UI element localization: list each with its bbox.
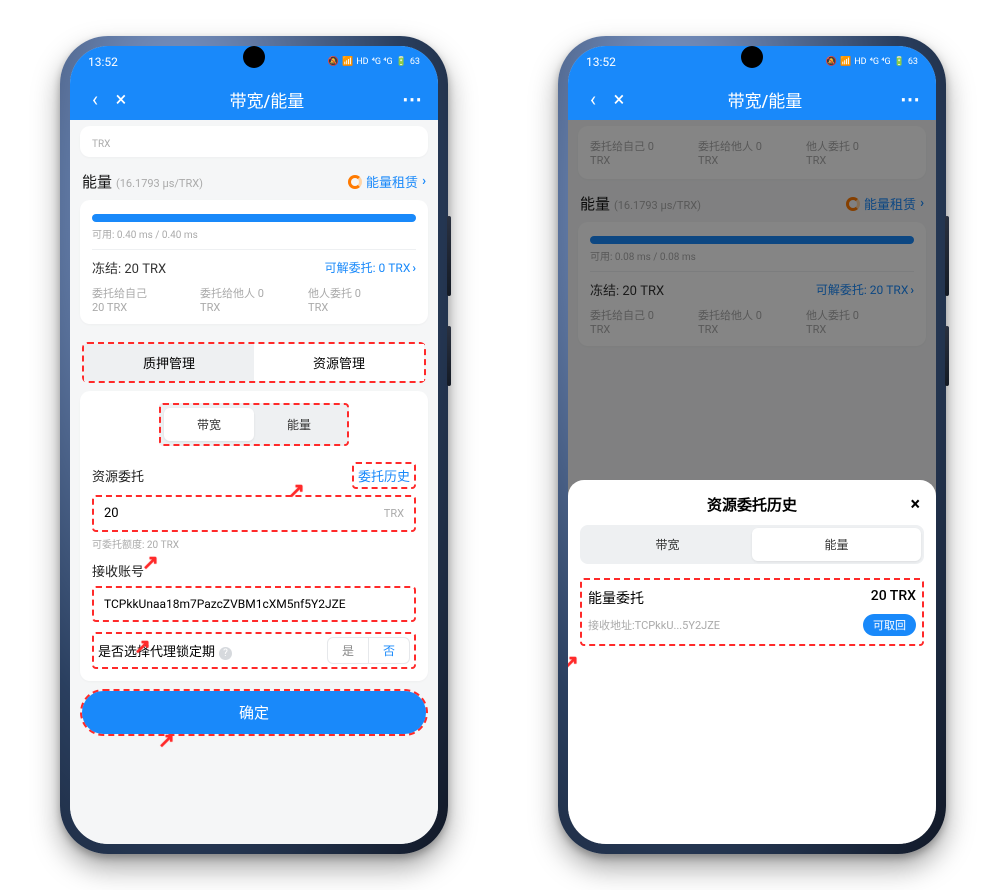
status-indicators: 🔕📶HD⁴G ⁴G 🔋63 <box>826 57 918 67</box>
history-item-addr: 接收地址:TCPkkU...5Y2JZE <box>588 617 720 633</box>
status-indicators: 🔕📶HD⁴G ⁴G 🔋63 <box>328 57 420 67</box>
trx-chip: TRX <box>92 139 110 150</box>
col-from-label: 他人委托 0 <box>308 285 416 301</box>
unstakeable-link[interactable]: 可解委托: 0 TRX› <box>325 259 416 276</box>
tab-resource-mgmt[interactable]: 资源管理 <box>254 344 424 381</box>
amount-input[interactable]: 20 TRX <box>92 495 416 532</box>
col-other-label: 委托给他人 0 <box>200 285 308 301</box>
delegate-label: 资源委托 <box>92 466 144 485</box>
subtab-bandwidth[interactable]: 带宽 <box>164 408 254 441</box>
page-title: 带宽/能量 <box>632 87 898 112</box>
energy-rate: (16.1793 μs/TRX) <box>116 177 203 190</box>
history-tab-energy[interactable]: 能量 <box>752 528 921 561</box>
page-title: 带宽/能量 <box>134 87 400 112</box>
ring-icon <box>348 175 362 189</box>
col-self-label: 委托给自己 <box>92 285 200 301</box>
nav-bar: ‹ × 带宽/能量 ⋯ <box>568 78 936 120</box>
frozen-label: 冻结: 20 TRX <box>92 258 166 277</box>
history-item-label: 能量委托 <box>588 588 644 608</box>
lock-label: 是否选择代理锁定期? <box>98 641 232 660</box>
energy-progress <box>92 214 416 222</box>
energy-lease-link[interactable]: 能量租赁› <box>348 172 426 191</box>
energy-label: 能量 <box>82 173 112 191</box>
confirm-button[interactable]: 确定 <box>82 691 426 734</box>
help-icon[interactable]: ? <box>219 647 232 660</box>
back-icon[interactable]: ‹ <box>82 87 108 111</box>
close-icon[interactable]: × <box>606 87 632 111</box>
lock-no[interactable]: 否 <box>369 638 409 663</box>
history-sheet: 资源委托历史 × 带宽 能量 能量委托 20 TRX 接收地址:TCPkkU..… <box>568 480 936 844</box>
more-icon[interactable]: ⋯ <box>400 87 426 111</box>
lock-yes[interactable]: 是 <box>328 638 369 663</box>
sheet-close-icon[interactable]: × <box>910 494 920 515</box>
back-icon[interactable]: ‹ <box>580 87 606 111</box>
nav-bar: ‹ × 带宽/能量 ⋯ <box>70 78 438 120</box>
delegate-history-link[interactable]: 委托历史 <box>352 462 416 489</box>
subtab-energy[interactable]: 能量 <box>254 408 344 441</box>
history-tab-bandwidth[interactable]: 带宽 <box>583 528 752 561</box>
receiver-input[interactable]: TCPkkUnaa18m7PazcZVBM1cXM5nf5Y2JZE <box>92 586 416 622</box>
tab-stake-mgmt[interactable]: 质押管理 <box>84 344 254 381</box>
sheet-title: 资源委托历史 <box>707 494 797 515</box>
more-icon[interactable]: ⋯ <box>898 87 924 111</box>
status-time: 13:52 <box>586 55 616 69</box>
quota: 可委托额度: 20 TRX <box>92 536 416 551</box>
receiver-label: 接收账号 <box>92 561 416 580</box>
energy-available: 可用: 0.40 ms / 0.40 ms <box>92 226 416 241</box>
status-time: 13:52 <box>88 55 118 69</box>
close-icon[interactable]: × <box>108 87 134 111</box>
recall-button[interactable]: 可取回 <box>863 614 916 636</box>
history-item-amount: 20 TRX <box>871 588 916 608</box>
